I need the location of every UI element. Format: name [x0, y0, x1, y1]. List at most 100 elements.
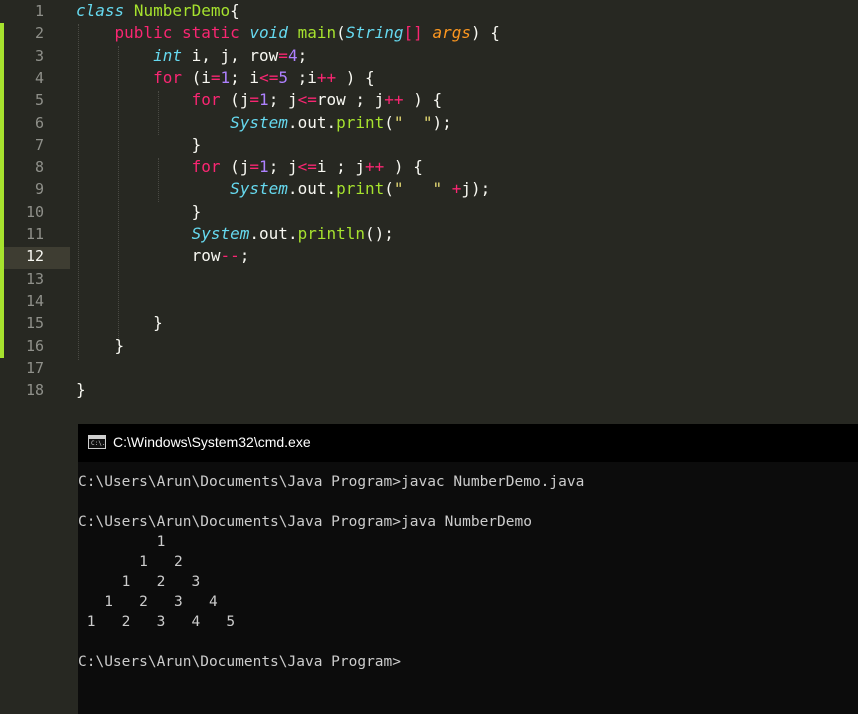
code-token: for — [191, 157, 221, 177]
code-token: out — [259, 224, 288, 243]
code-token: ) { — [384, 157, 423, 177]
code-line: int i, j, row=4; — [76, 45, 307, 67]
code-line: } — [76, 201, 202, 223]
code-line: for (j=1; j<=i ; j++ ) { — [76, 156, 423, 178]
code-token: { — [230, 1, 240, 20]
code-token: ++ — [316, 67, 337, 87]
line-number: 1 — [34, 2, 44, 20]
code-token: ; — [239, 246, 250, 266]
code-token: System — [191, 224, 250, 243]
code-token: } — [76, 201, 202, 221]
line-number: 12 — [25, 247, 44, 266]
code-token: void — [249, 23, 288, 43]
code-token: ; j — [268, 90, 298, 110]
line-number: 6 — [34, 113, 44, 132]
code-token: row — [76, 246, 221, 266]
code-token: i, j, row — [181, 45, 279, 65]
code-line: class NumberDemo{ — [76, 0, 240, 22]
code-token: ++ — [384, 90, 404, 110]
code-token: String — [345, 23, 404, 43]
code-line: } — [76, 312, 163, 334]
code-token: main — [297, 23, 337, 43]
cmd-icon-label: C:\. — [91, 440, 106, 447]
code-line: row--; — [76, 245, 250, 267]
code-token: . — [249, 224, 260, 243]
code-token: ;i — [287, 67, 317, 87]
cmd-app-icon: C:\. — [88, 435, 106, 449]
window-title: C:\Windows\System32\cmd.exe — [113, 434, 311, 450]
console-line: 1 2 3 4 — [78, 594, 218, 610]
line-number: 5 — [34, 91, 44, 110]
code-token: 5 — [278, 67, 288, 87]
line-number-gutter: 1 2 3 4 5 6 7 8 9 10 11 12 13 14 15 16 17 18 — [0, 0, 70, 424]
code-line: for (i=1; i<=5 ;i++ ) { — [76, 67, 375, 89]
console-line: C:\Users\Arun\Documents\Java Program>jav… — [78, 474, 585, 490]
code-token: ( — [384, 112, 394, 132]
console-line: 1 2 3 — [78, 574, 201, 590]
line-number: 4 — [34, 68, 44, 87]
code-token: ( — [336, 23, 346, 43]
code-token: " " — [393, 179, 443, 199]
code-line: System.out.print(" " +j); — [76, 178, 490, 200]
code-token: (i — [181, 67, 211, 87]
line-number: 17 — [25, 358, 44, 377]
code-token: int — [153, 45, 182, 65]
console-line: C:\Users\Arun\Documents\Java Program> — [78, 654, 402, 670]
code-token: . — [326, 179, 337, 199]
code-line: for (j=1; j<=row ; j++ ) { — [76, 89, 443, 111]
console-line: C:\Users\Arun\Documents\Java Program>jav… — [78, 514, 532, 530]
code-line: } — [76, 335, 125, 357]
code-token: for — [191, 90, 221, 110]
cmd-titlebar[interactable]: C:\. C:\Windows\System32\cmd.exe — [78, 424, 858, 462]
code-token: ) { — [470, 23, 500, 43]
line-number: 14 — [25, 291, 44, 310]
line-number: 10 — [25, 202, 44, 221]
code-token: class — [76, 1, 125, 20]
code-line: System.out.print(" "); — [76, 112, 452, 134]
code-token: = — [210, 67, 221, 87]
cmd-window[interactable]: C:\. C:\Windows\System32\cmd.exe C:\User… — [78, 424, 858, 714]
code-token: j); — [461, 179, 491, 199]
code-editor[interactable]: 1 2 3 4 5 6 7 8 9 10 11 12 13 14 15 16 17 18 class Number… — [0, 0, 858, 424]
code-token: static — [181, 23, 240, 43]
code-token: System — [230, 112, 288, 132]
code-token: [] — [403, 23, 423, 43]
code-token: ( — [384, 179, 394, 199]
code-token: ; — [297, 45, 308, 65]
code-token: public — [114, 23, 173, 43]
code-token: <= — [259, 67, 279, 87]
line-number: 11 — [25, 225, 44, 243]
console-line: 1 — [78, 534, 166, 550]
code-token: . — [287, 112, 298, 132]
code-line: public static void main(String[] args) { — [76, 22, 500, 44]
code-token: } — [76, 134, 202, 154]
code-token: } — [76, 313, 163, 333]
code-token: ++ — [365, 157, 385, 177]
code-token: ; j — [268, 157, 298, 177]
code-token: = — [249, 90, 260, 110]
code-token: ; i — [230, 67, 260, 87]
line-number: 7 — [34, 135, 44, 154]
code-token: = — [249, 157, 260, 177]
code-token: out — [297, 179, 327, 199]
code-line: System.out.println(); — [76, 223, 394, 245]
line-number: 3 — [34, 46, 44, 65]
code-token: ) { — [336, 67, 375, 87]
code-token: NumberDemo — [133, 1, 231, 20]
code-token: (j — [220, 157, 250, 177]
code-token: } — [76, 380, 86, 400]
code-token: 1 — [259, 157, 269, 177]
